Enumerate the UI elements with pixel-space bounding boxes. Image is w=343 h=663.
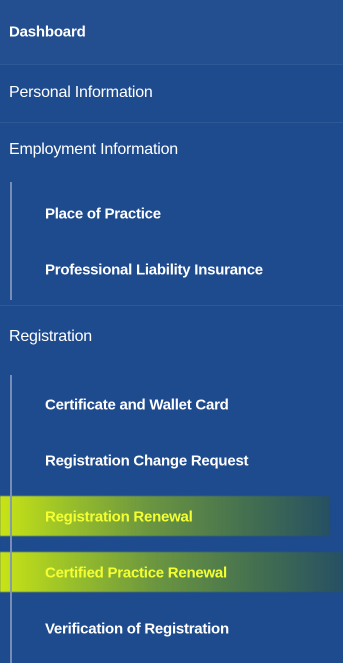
sidebar-subitem-label: Certificate and Wallet Card <box>45 396 229 414</box>
sidebar-subitem-verification-of-registration[interactable]: Verification of Registration <box>0 601 343 657</box>
sidebar-item-employment-information[interactable]: Employment Information <box>0 122 343 178</box>
sidebar-item-label: Employment Information <box>9 141 179 158</box>
sidebar-item-label: Personal Information <box>9 84 153 101</box>
sidebar-item-label: Dashboard <box>9 23 86 41</box>
sidebar-subitem-registration-renewal[interactable]: Registration Renewal <box>0 489 343 545</box>
employment-submenu: Place of Practice Professional Liability… <box>0 178 343 305</box>
sidebar-subitem-label: Certified Practice Renewal <box>45 564 227 582</box>
sidebar-subitem-place-of-practice[interactable]: Place of Practice <box>0 186 343 242</box>
sidebar-nav: Dashboard Personal Information Employmen… <box>0 0 343 663</box>
sidebar-subitem-label: Verification of Registration <box>45 620 229 638</box>
sidebar-subitem-label: Registration Change Request <box>45 452 249 470</box>
sidebar-item-registration[interactable]: Registration <box>0 305 343 369</box>
sidebar-item-label: Registration <box>9 328 92 345</box>
sidebar-subitem-registration-change-request[interactable]: Registration Change Request <box>0 433 343 489</box>
sidebar-item-personal-information[interactable]: Personal Information <box>0 64 343 122</box>
sidebar-subitem-certified-practice-renewal[interactable]: Certified Practice Renewal <box>0 545 343 601</box>
sidebar-subitem-label: Professional Liability Insurance <box>45 261 263 279</box>
sidebar-subitem-professional-liability-insurance[interactable]: Professional Liability Insurance <box>0 242 343 298</box>
sidebar-subitem-label: Place of Practice <box>45 205 161 223</box>
registration-submenu: Certificate and Wallet Card Registration… <box>0 369 343 663</box>
sidebar-subitem-certificate-and-wallet-card[interactable]: Certificate and Wallet Card <box>0 377 343 433</box>
sidebar-item-dashboard[interactable]: Dashboard <box>0 0 343 64</box>
sidebar-subitem-label: Registration Renewal <box>45 508 193 526</box>
